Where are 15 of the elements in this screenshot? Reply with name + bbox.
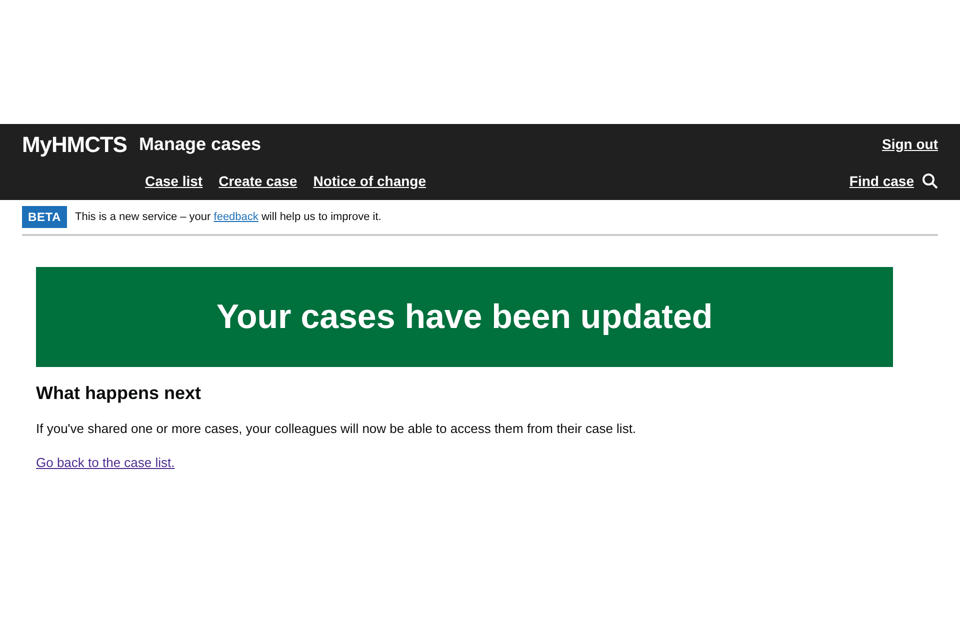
nav-link[interactable]: Create case	[218, 170, 298, 192]
logo[interactable]: MyHMCTS	[22, 128, 127, 160]
beta-tag: BETA	[22, 206, 67, 228]
service-name[interactable]: Manage cases	[138, 130, 262, 158]
nav-link[interactable]: Notice of change	[313, 170, 426, 192]
phase-banner-text: This is a new service – your feedback will help us to improve it.	[74, 210, 382, 225]
sign-out-link[interactable]: Sign out	[882, 134, 938, 154]
panel-title: Your cases have been updated	[216, 296, 713, 338]
section-heading: What happens next	[36, 382, 202, 405]
feedback-link[interactable]: feedback	[214, 210, 258, 223]
body-text: If you've shared one or more cases, your colleagues will now be able to access them from their case list.	[36, 420, 638, 438]
back-to-case-list-link[interactable]: Go back to the case list.	[36, 452, 175, 472]
nav-link[interactable]: Case list	[145, 170, 203, 192]
find-case-link[interactable]: Find case	[849, 170, 914, 192]
search-icon[interactable]	[922, 173, 938, 189]
